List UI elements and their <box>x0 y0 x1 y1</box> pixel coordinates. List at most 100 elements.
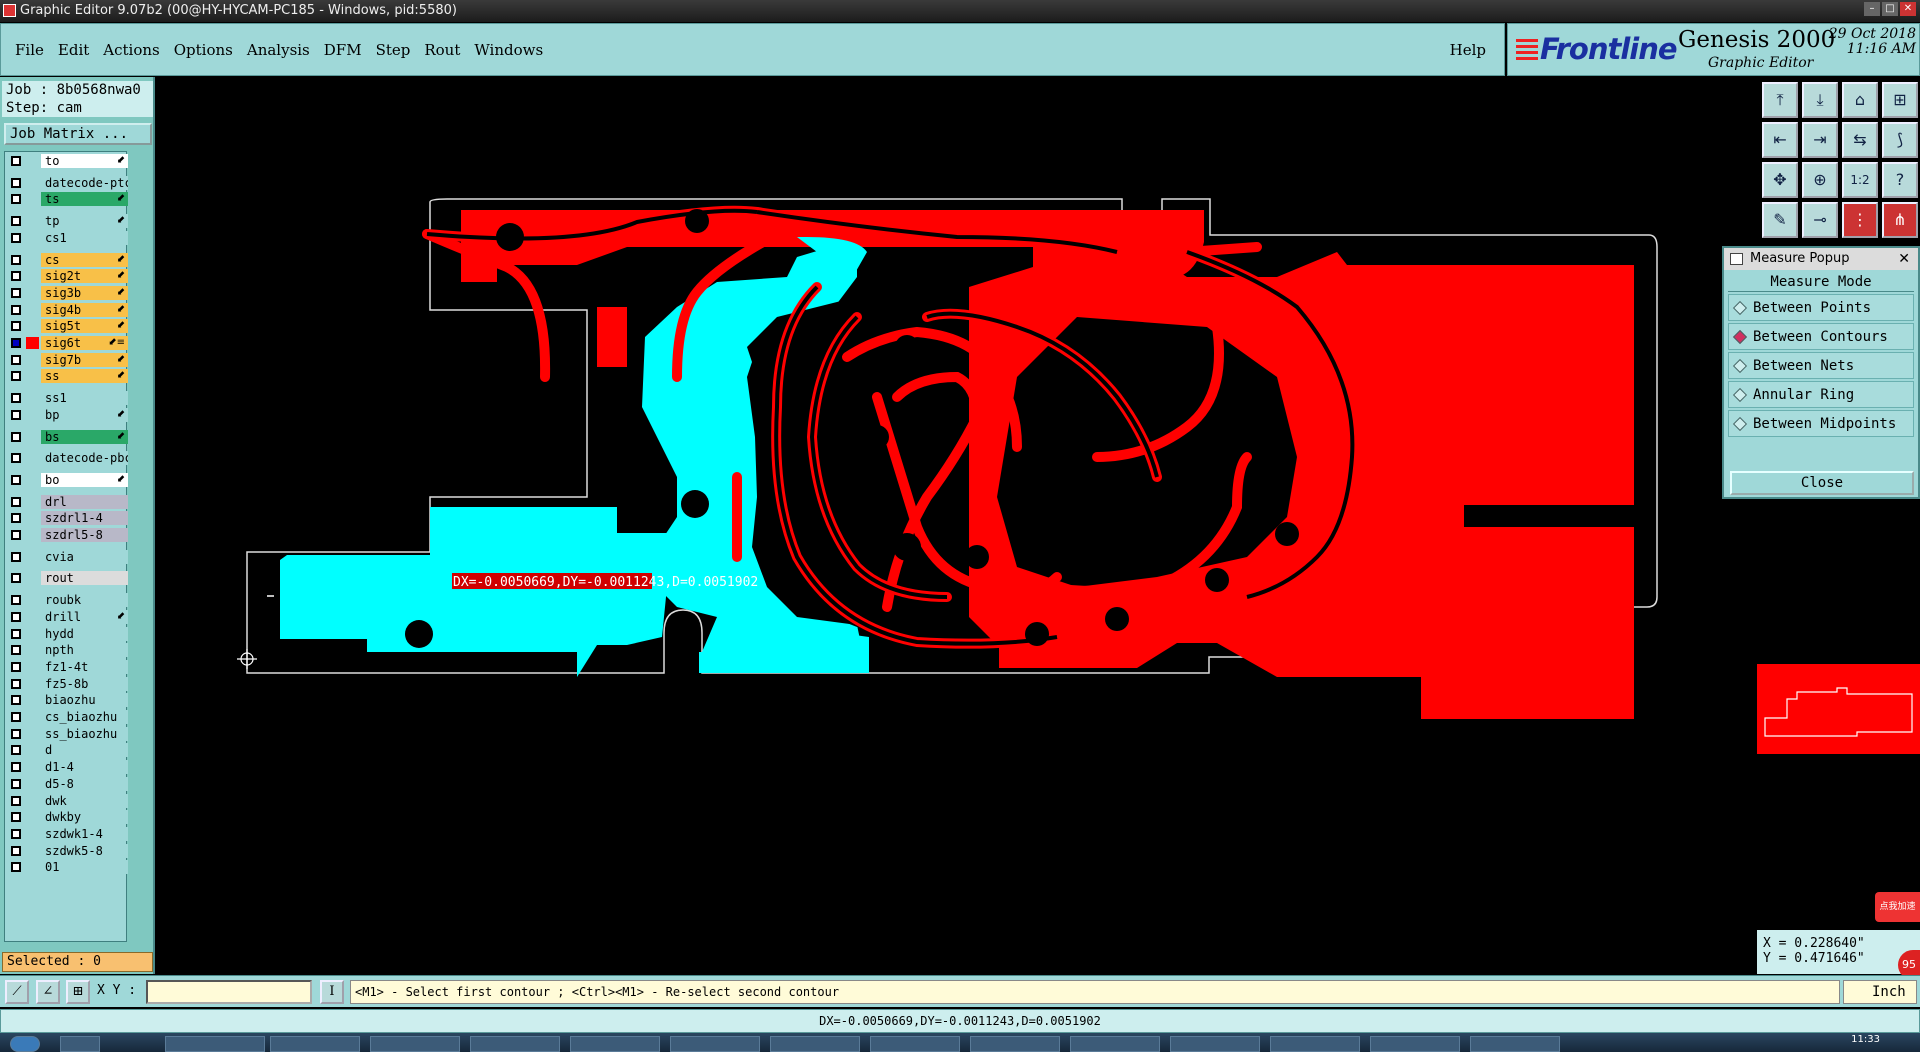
taskbar-item[interactable] <box>1270 1036 1360 1052</box>
snap-icon[interactable]: ⟆ <box>1882 122 1918 158</box>
layer-row[interactable]: szdrl5-8 <box>5 528 128 542</box>
layer-checkbox[interactable] <box>11 156 21 166</box>
layer-checkbox[interactable] <box>11 431 21 442</box>
measure-option[interactable]: Annular Ring <box>1728 381 1914 408</box>
layer-checkbox[interactable] <box>11 661 21 672</box>
layer-name[interactable]: drl <box>41 494 128 509</box>
layer-name[interactable]: szdrl5-8 <box>41 528 128 542</box>
layer-name[interactable]: cs_biaozhu <box>41 710 128 724</box>
layer-name[interactable]: ss <box>41 369 128 384</box>
layer-row[interactable]: ss ⬋ <box>5 369 128 384</box>
layer-row[interactable]: hydd <box>5 626 128 641</box>
layer-row[interactable]: drl <box>5 494 128 509</box>
start-button-icon[interactable] <box>10 1036 40 1052</box>
radio-diamond-icon[interactable] <box>1732 358 1748 374</box>
measure-option[interactable]: Between Contours <box>1728 323 1914 350</box>
layer-checkbox[interactable] <box>11 762 21 773</box>
taskbar-item[interactable] <box>670 1036 760 1052</box>
info-icon[interactable]: I <box>320 980 344 1004</box>
layer-name[interactable]: bp <box>41 407 128 422</box>
layer-name[interactable]: datecode-pbc <box>41 451 128 466</box>
layer-checkbox[interactable] <box>11 321 21 332</box>
minimize-icon[interactable]: – <box>1864 2 1880 16</box>
layer-row[interactable]: roubk <box>5 593 128 608</box>
connect-icon[interactable]: ⋔ <box>1882 202 1918 238</box>
menu-edit[interactable]: Edit <box>58 41 89 59</box>
layer-name[interactable]: cvia <box>41 549 128 564</box>
taskbar-item[interactable] <box>1170 1036 1260 1052</box>
layer-row[interactable]: d1-4 <box>5 760 128 775</box>
help-icon[interactable]: ? <box>1882 162 1918 198</box>
layer-name[interactable]: sig7b <box>41 352 128 367</box>
layer-row[interactable]: rout <box>5 571 128 586</box>
layer-name[interactable]: npth <box>41 643 128 658</box>
layer-row[interactable]: dwk <box>5 793 128 808</box>
close-icon[interactable]: ✕ <box>1898 248 1910 270</box>
taskbar-item[interactable] <box>270 1036 360 1052</box>
layer-checkbox[interactable] <box>11 828 21 839</box>
layer-checkbox[interactable] <box>11 595 21 606</box>
layer-checkbox[interactable] <box>11 645 21 656</box>
layer-name[interactable]: fz5-8b <box>41 676 128 691</box>
layer-name[interactable]: hydd <box>41 626 128 641</box>
layer-checkbox[interactable] <box>11 611 21 622</box>
scale-one-to-two-icon[interactable]: 1:2 <box>1842 162 1878 198</box>
layer-name[interactable]: szdrl1-4 <box>41 511 128 526</box>
layer-checkbox[interactable] <box>11 254 21 265</box>
layer-checkbox[interactable] <box>11 573 21 584</box>
layer-checkbox[interactable] <box>11 371 21 382</box>
layer-checkbox[interactable] <box>11 393 21 404</box>
layer-checkbox[interactable] <box>11 271 21 282</box>
layer-row[interactable]: cs1 <box>5 230 128 245</box>
layer-row[interactable]: cvia <box>5 549 128 564</box>
layer-checkbox[interactable] <box>11 695 21 706</box>
layer-name[interactable]: bs <box>41 429 128 444</box>
layer-row[interactable]: cs ⬋ <box>5 252 128 267</box>
layer-row[interactable]: bo ⬋ <box>5 472 128 487</box>
job-matrix-button[interactable]: Job Matrix ... <box>4 123 152 145</box>
menu-rout[interactable]: Rout <box>424 41 460 59</box>
home-icon[interactable]: ⌂ <box>1842 82 1878 118</box>
layer-row[interactable]: sig2t ⬋ <box>5 269 128 284</box>
close-icon[interactable]: ✕ <box>1900 2 1916 16</box>
layer-checkbox[interactable] <box>11 409 21 420</box>
layer-checkbox[interactable] <box>11 474 21 485</box>
layer-row[interactable]: to ⬋ <box>5 154 128 168</box>
layer-name[interactable]: sig2t <box>41 269 128 284</box>
layer-row[interactable]: bp ⬋ <box>5 407 128 422</box>
layer-row[interactable]: datecode-ptc <box>5 175 128 190</box>
grid-icon[interactable]: ⊞ <box>66 980 90 1004</box>
layer-checkbox[interactable] <box>11 551 21 562</box>
layer-name[interactable]: rout <box>41 571 128 586</box>
layer-row[interactable]: 01 <box>5 860 128 875</box>
layer-row[interactable]: szdwk1-4 <box>5 826 128 841</box>
layer-checkbox[interactable] <box>11 287 21 298</box>
layer-checkbox[interactable] <box>11 745 21 756</box>
measure-option[interactable]: Between Points <box>1728 294 1914 321</box>
layer-row[interactable]: fz5-8b <box>5 676 128 691</box>
measure-option[interactable]: Between Midpoints <box>1728 410 1914 437</box>
layer-row[interactable]: ts ⬋ <box>5 192 128 207</box>
layer-checkbox[interactable] <box>11 496 21 507</box>
layer-row[interactable]: sig4b ⬋ <box>5 302 128 317</box>
draw-icon[interactable]: ✎ <box>1762 202 1798 238</box>
layer-name[interactable]: sig4b <box>41 302 128 317</box>
layer-row[interactable]: sig6t ⬋≡ <box>5 336 128 350</box>
radio-diamond-icon[interactable] <box>1732 329 1748 345</box>
layer-row[interactable]: ss1 <box>5 391 128 406</box>
speed-badge[interactable]: 点我加速 <box>1875 892 1920 922</box>
layer-name[interactable]: 01 <box>41 860 128 875</box>
layer-checkbox[interactable] <box>11 194 21 205</box>
layer-name[interactable]: bo <box>41 472 128 487</box>
snap-line-icon[interactable]: ⟋ <box>5 980 29 1004</box>
layer-checkbox[interactable] <box>11 845 21 856</box>
layer-checkbox[interactable] <box>11 530 21 540</box>
layer-name[interactable]: biaozhu <box>41 693 128 708</box>
layer-up-icon[interactable]: ⤒ <box>1762 82 1798 118</box>
layer-checkbox[interactable] <box>11 795 21 806</box>
menu-step[interactable]: Step <box>376 41 411 59</box>
menu-dfm[interactable]: DFM <box>324 41 362 59</box>
layer-checkbox[interactable] <box>11 678 21 689</box>
menu-analysis[interactable]: Analysis <box>247 41 310 59</box>
layer-name[interactable]: roubk <box>41 593 128 608</box>
